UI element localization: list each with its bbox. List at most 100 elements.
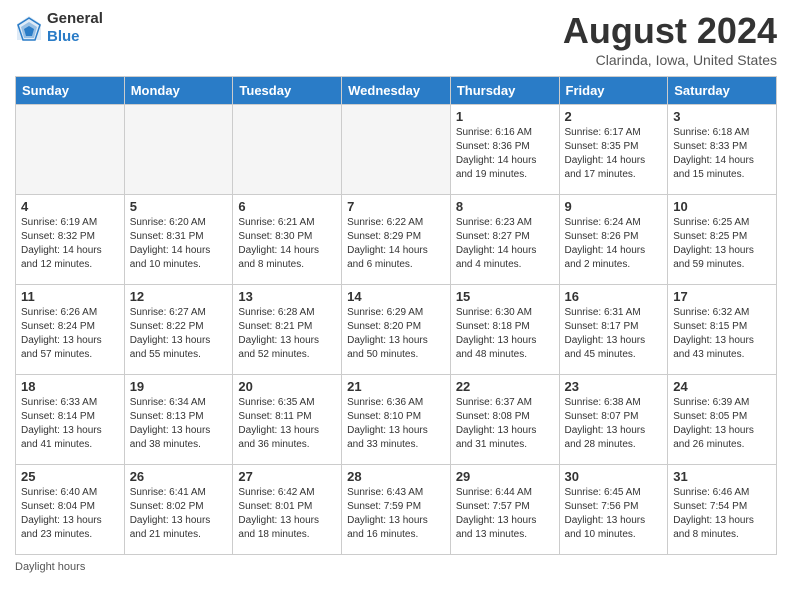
calendar-cell	[342, 105, 451, 195]
calendar-cell: 21 Sunrise: 6:36 AM Sunset: 8:10 PM Dayli…	[342, 375, 451, 465]
day-info: Sunrise: 6:17 AM Sunset: 8:35 PM Dayligh…	[565, 126, 663, 182]
calendar-week-4: 25 Sunrise: 6:40 AM Sunset: 8:04 PM Dayli…	[16, 465, 777, 555]
day-info: Sunrise: 6:25 AM Sunset: 8:25 PM Dayligh…	[673, 216, 771, 272]
footer: Daylight hours	[15, 561, 777, 573]
day-info: Sunrise: 6:41 AM Sunset: 8:02 PM Dayligh…	[130, 486, 228, 542]
day-info: Sunrise: 6:16 AM Sunset: 8:36 PM Dayligh…	[456, 126, 554, 182]
weekday-header-wednesday: Wednesday	[342, 77, 451, 105]
day-number: 29	[456, 469, 554, 484]
day-info: Sunrise: 6:36 AM Sunset: 8:10 PM Dayligh…	[347, 396, 445, 452]
month-title: August 2024	[563, 10, 777, 52]
day-number: 12	[130, 289, 228, 304]
weekday-header-sunday: Sunday	[16, 77, 125, 105]
day-number: 11	[21, 289, 119, 304]
logo-general: General	[47, 10, 103, 28]
calendar-cell: 5 Sunrise: 6:20 AM Sunset: 8:31 PM Daylig…	[124, 195, 233, 285]
day-info: Sunrise: 6:20 AM Sunset: 8:31 PM Dayligh…	[130, 216, 228, 272]
day-number: 10	[673, 199, 771, 214]
calendar-cell	[124, 105, 233, 195]
calendar-cell: 26 Sunrise: 6:41 AM Sunset: 8:02 PM Dayli…	[124, 465, 233, 555]
day-info: Sunrise: 6:35 AM Sunset: 8:11 PM Dayligh…	[238, 396, 336, 452]
calendar-cell: 14Sunrise: 6:29 AM Sunset: 8:20 PM Dayli…	[342, 285, 451, 375]
logo-blue: Blue	[47, 28, 103, 46]
calendar-cell: 22 Sunrise: 6:37 AM Sunset: 8:08 PM Dayli…	[450, 375, 559, 465]
calendar-cell: 4 Sunrise: 6:19 AM Sunset: 8:32 PM Daylig…	[16, 195, 125, 285]
day-info: Sunrise: 6:45 AM Sunset: 7:56 PM Dayligh…	[565, 486, 663, 542]
daylight-label: Daylight hours	[15, 561, 85, 573]
day-number: 21	[347, 379, 445, 394]
calendar-cell: 17 Sunrise: 6:32 AM Sunset: 8:15 PM Dayli…	[668, 285, 777, 375]
day-number: 4	[21, 199, 119, 214]
day-number: 7	[347, 199, 445, 214]
calendar-cell: 7 Sunrise: 6:22 AM Sunset: 8:29 PM Daylig…	[342, 195, 451, 285]
calendar-table: SundayMondayTuesdayWednesdayThursdayFrid…	[15, 76, 777, 555]
day-info: Sunrise: 6:23 AM Sunset: 8:27 PM Dayligh…	[456, 216, 554, 272]
weekday-header-thursday: Thursday	[450, 77, 559, 105]
logo-text: General Blue	[47, 10, 103, 46]
day-info: Sunrise: 6:26 AM Sunset: 8:24 PM Dayligh…	[21, 306, 119, 362]
calendar-cell: 27Sunrise: 6:42 AM Sunset: 8:01 PM Dayli…	[233, 465, 342, 555]
day-info: Sunrise: 6:28 AM Sunset: 8:21 PM Dayligh…	[238, 306, 336, 362]
calendar-cell	[16, 105, 125, 195]
logo: General Blue	[15, 10, 103, 46]
day-number: 22	[456, 379, 554, 394]
day-info: Sunrise: 6:43 AM Sunset: 7:59 PM Dayligh…	[347, 486, 445, 542]
day-number: 8	[456, 199, 554, 214]
day-info: Sunrise: 6:21 AM Sunset: 8:30 PM Dayligh…	[238, 216, 336, 272]
calendar-cell: 12Sunrise: 6:27 AM Sunset: 8:22 PM Dayli…	[124, 285, 233, 375]
day-info: Sunrise: 6:40 AM Sunset: 8:04 PM Dayligh…	[21, 486, 119, 542]
calendar-cell: 11 Sunrise: 6:26 AM Sunset: 8:24 PM Dayli…	[16, 285, 125, 375]
day-number: 1	[456, 109, 554, 124]
day-info: Sunrise: 6:30 AM Sunset: 8:18 PM Dayligh…	[456, 306, 554, 362]
day-number: 26	[130, 469, 228, 484]
weekday-header-saturday: Saturday	[668, 77, 777, 105]
calendar-cell: 28 Sunrise: 6:43 AM Sunset: 7:59 PM Dayli…	[342, 465, 451, 555]
calendar-cell: 19Sunrise: 6:34 AM Sunset: 8:13 PM Dayli…	[124, 375, 233, 465]
calendar-cell: 13Sunrise: 6:28 AM Sunset: 8:21 PM Dayli…	[233, 285, 342, 375]
day-number: 16	[565, 289, 663, 304]
day-info: Sunrise: 6:19 AM Sunset: 8:32 PM Dayligh…	[21, 216, 119, 272]
day-info: Sunrise: 6:38 AM Sunset: 8:07 PM Dayligh…	[565, 396, 663, 452]
day-info: Sunrise: 6:37 AM Sunset: 8:08 PM Dayligh…	[456, 396, 554, 452]
calendar-cell: 9Sunrise: 6:24 AM Sunset: 8:26 PM Daylig…	[559, 195, 668, 285]
day-info: Sunrise: 6:29 AM Sunset: 8:20 PM Dayligh…	[347, 306, 445, 362]
weekday-header-friday: Friday	[559, 77, 668, 105]
day-number: 5	[130, 199, 228, 214]
day-info: Sunrise: 6:39 AM Sunset: 8:05 PM Dayligh…	[673, 396, 771, 452]
calendar-cell: 23 Sunrise: 6:38 AM Sunset: 8:07 PM Dayli…	[559, 375, 668, 465]
day-info: Sunrise: 6:31 AM Sunset: 8:17 PM Dayligh…	[565, 306, 663, 362]
day-number: 19	[130, 379, 228, 394]
page-header: General Blue August 2024 Clarinda, Iowa,…	[15, 10, 777, 68]
calendar-week-3: 18Sunrise: 6:33 AM Sunset: 8:14 PM Dayli…	[16, 375, 777, 465]
calendar-cell: 30Sunrise: 6:45 AM Sunset: 7:56 PM Dayli…	[559, 465, 668, 555]
day-number: 31	[673, 469, 771, 484]
calendar-cell	[233, 105, 342, 195]
day-number: 18	[21, 379, 119, 394]
calendar-week-0: 1 Sunrise: 6:16 AM Sunset: 8:36 PM Daylig…	[16, 105, 777, 195]
day-number: 15	[456, 289, 554, 304]
day-number: 17	[673, 289, 771, 304]
weekday-header-row: SundayMondayTuesdayWednesdayThursdayFrid…	[16, 77, 777, 105]
weekday-header-monday: Monday	[124, 77, 233, 105]
day-number: 23	[565, 379, 663, 394]
day-number: 28	[347, 469, 445, 484]
day-info: Sunrise: 6:42 AM Sunset: 8:01 PM Dayligh…	[238, 486, 336, 542]
calendar-week-1: 4 Sunrise: 6:19 AM Sunset: 8:32 PM Daylig…	[16, 195, 777, 285]
day-number: 20	[238, 379, 336, 394]
day-info: Sunrise: 6:18 AM Sunset: 8:33 PM Dayligh…	[673, 126, 771, 182]
day-number: 2	[565, 109, 663, 124]
calendar-cell: 1 Sunrise: 6:16 AM Sunset: 8:36 PM Daylig…	[450, 105, 559, 195]
calendar-cell: 10 Sunrise: 6:25 AM Sunset: 8:25 PM Dayli…	[668, 195, 777, 285]
day-info: Sunrise: 6:32 AM Sunset: 8:15 PM Dayligh…	[673, 306, 771, 362]
day-info: Sunrise: 6:24 AM Sunset: 8:26 PM Dayligh…	[565, 216, 663, 272]
calendar-cell: 16 Sunrise: 6:31 AM Sunset: 8:17 PM Dayli…	[559, 285, 668, 375]
day-info: Sunrise: 6:22 AM Sunset: 8:29 PM Dayligh…	[347, 216, 445, 272]
weekday-header-tuesday: Tuesday	[233, 77, 342, 105]
day-info: Sunrise: 6:44 AM Sunset: 7:57 PM Dayligh…	[456, 486, 554, 542]
calendar-week-2: 11 Sunrise: 6:26 AM Sunset: 8:24 PM Dayli…	[16, 285, 777, 375]
day-number: 25	[21, 469, 119, 484]
calendar-cell: 8 Sunrise: 6:23 AM Sunset: 8:27 PM Daylig…	[450, 195, 559, 285]
day-number: 24	[673, 379, 771, 394]
calendar-cell: 24 Sunrise: 6:39 AM Sunset: 8:05 PM Dayli…	[668, 375, 777, 465]
calendar-cell: 31Sunrise: 6:46 AM Sunset: 7:54 PM Dayli…	[668, 465, 777, 555]
